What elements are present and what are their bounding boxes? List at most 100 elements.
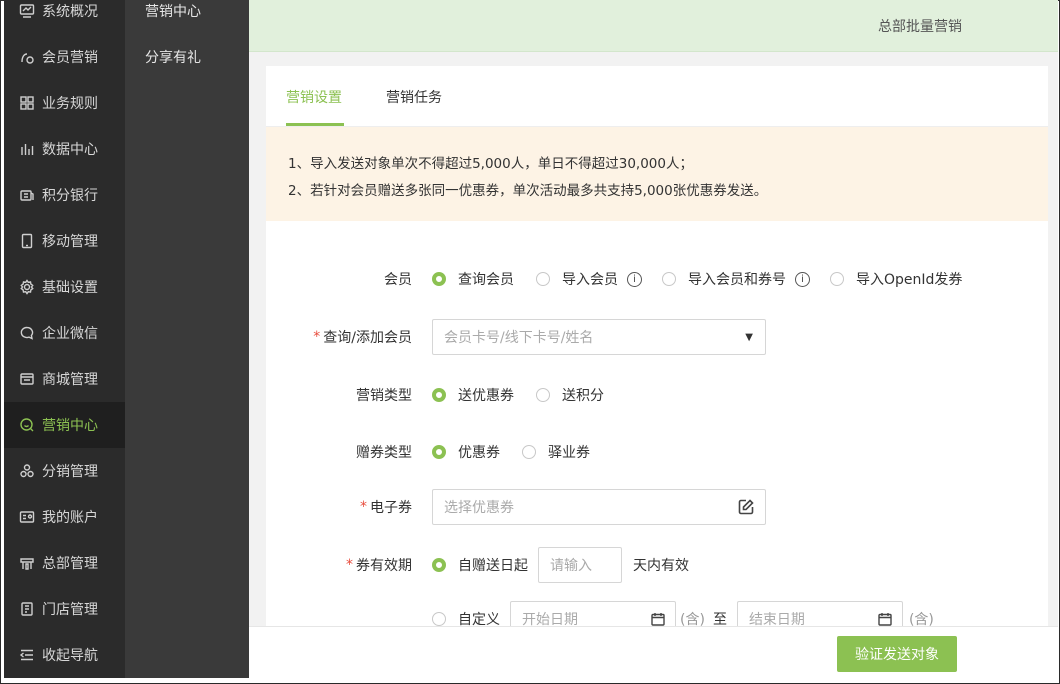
sidebar-item-my-account[interactable]: 我的账户	[4, 494, 125, 540]
shop-icon	[18, 600, 36, 618]
marketing-type-row: 营销类型 送优惠券 送积分	[266, 377, 626, 413]
sidebar-item-label: 业务规则	[42, 96, 98, 112]
footer-bar: 验证发送对象	[249, 626, 1058, 678]
sidebar-item-store-management[interactable]: 门店管理	[4, 586, 125, 632]
sidebar-item-label: 企业微信	[42, 326, 98, 342]
radio-label: 自赠送日起	[458, 558, 528, 574]
notice-line: 1、导入发送对象单次不得超过5,000人，单日不得超过30,000人；	[288, 156, 693, 172]
to-separator: 至	[712, 612, 727, 626]
sidebar-item-mobile-management[interactable]: 移动管理	[4, 218, 125, 264]
tab-bar: 营销设置 营销任务	[266, 66, 1048, 127]
sidebar-item-label: 移动管理	[42, 234, 98, 250]
sidebar-item-marketing-center[interactable]: 营销中心	[4, 402, 125, 448]
coupon-select-input[interactable]: 选择优惠券	[432, 489, 766, 525]
radio-yiye-coupon[interactable]: 驿业券	[522, 442, 590, 462]
sidebar-item-label: 收起导航	[42, 648, 98, 664]
end-date-placeholder: 结束日期	[748, 612, 805, 626]
radio-dot	[536, 272, 550, 286]
start-date-input[interactable]: 开始日期	[510, 601, 676, 626]
validity-label: 券有效期	[356, 558, 412, 574]
radio-label: 查询会员	[458, 272, 514, 288]
sidebar-item-points-bank[interactable]: 积分银行	[4, 172, 125, 218]
subnav-item-share-gift[interactable]: 分享有礼	[125, 34, 249, 80]
sidebar-item-label: 系统概况	[42, 4, 98, 20]
sidebar-item-headquarters[interactable]: 总部管理	[4, 540, 125, 586]
sidebar-item-member-marketing[interactable]: 会员营销	[4, 34, 125, 80]
radio-label: 送积分	[562, 388, 604, 404]
radio-query-member[interactable]: 查询会员	[432, 269, 514, 289]
member-icon	[18, 48, 36, 66]
active-tab-indicator	[286, 123, 344, 126]
required-asterisk: *	[313, 329, 321, 345]
page-title: 总部批量营销	[878, 19, 962, 35]
sidebar-item-wecom[interactable]: 企业微信	[4, 310, 125, 356]
member-search-select[interactable]: 会员卡号/线下卡号/姓名 ▼	[432, 319, 766, 355]
radio-dot	[432, 558, 446, 572]
calendar-icon	[651, 612, 665, 626]
monitor-icon	[18, 2, 36, 20]
grid-icon	[18, 94, 36, 112]
coupon-type-row: 赠券类型 优惠券 驿业券	[266, 434, 612, 470]
member-search-placeholder: 会员卡号/线下卡号/姓名	[444, 330, 594, 346]
sidebar-item-label: 会员营销	[42, 50, 98, 66]
sidebar-item-business-rules[interactable]: 业务规则	[4, 80, 125, 126]
marketing-icon	[18, 416, 36, 434]
chevron-down-icon: ▼	[745, 331, 753, 343]
sidebar-item-data-center[interactable]: 数据中心	[4, 126, 125, 172]
sidebar-item-distribution[interactable]: 分销管理	[4, 448, 125, 494]
edit-icon[interactable]	[737, 498, 755, 516]
subnav-item-marketing-center[interactable]: 营销中心	[125, 0, 249, 34]
sidebar-item-label: 基础设置	[42, 280, 98, 296]
e-coupon-label: 电子券	[370, 500, 412, 516]
sidebar-item-label: 营销中心	[42, 418, 98, 434]
query-member-row: * 查询/添加会员 会员卡号/线下卡号/姓名 ▼	[266, 319, 766, 355]
radio-dot	[522, 445, 536, 459]
radio-import-openid[interactable]: 导入OpenId发券	[830, 269, 962, 289]
info-icon[interactable]: i	[627, 271, 642, 287]
member-label: 会员	[384, 272, 412, 288]
mobile-icon	[18, 232, 36, 250]
headquarters-icon	[18, 554, 36, 572]
query-member-label: 查询/添加会员	[323, 330, 412, 346]
sidebar: 系统概况 会员营销 业务规则 数据中心 积分银行 移动管理 基础设置 企业微信 …	[4, 0, 125, 678]
info-icon[interactable]: i	[795, 271, 810, 287]
tab-marketing-settings[interactable]: 营销设置	[286, 87, 342, 107]
sidebar-item-system-overview[interactable]: 系统概况	[4, 0, 125, 34]
sidebar-item-label: 商城管理	[42, 372, 98, 388]
radio-import-member[interactable]: 导入会员 i	[536, 269, 642, 289]
sidebar-item-label: 积分银行	[42, 188, 98, 204]
store-icon	[18, 370, 36, 388]
end-date-input[interactable]: 结束日期	[736, 601, 903, 626]
account-icon	[18, 508, 36, 526]
required-asterisk: *	[346, 557, 353, 573]
sidebar-item-mall-management[interactable]: 商城管理	[4, 356, 125, 402]
member-row: 会员 查询会员 导入会员 i 导入会员和券号 i 导入OpenId发券	[266, 261, 984, 297]
radio-send-points[interactable]: 送积分	[536, 385, 604, 405]
sidebar-item-label: 总部管理	[42, 556, 98, 572]
radio-dot	[432, 445, 446, 459]
bank-icon	[18, 186, 36, 204]
coupon-type-label: 赠券类型	[356, 445, 412, 461]
form-panel: 营销设置 营销任务 1、导入发送对象单次不得超过5,000人，单日不得超过30,…	[266, 66, 1048, 626]
sidebar-item-basic-settings[interactable]: 基础设置	[4, 264, 125, 310]
valid-days-input[interactable]: 请输入	[538, 547, 622, 583]
inclusive-note: (含)	[680, 612, 705, 626]
radio-coupon[interactable]: 优惠券	[432, 442, 500, 462]
calendar-icon	[878, 612, 892, 626]
secondary-nav: 营销中心 分享有礼	[125, 0, 249, 678]
notice-box: 1、导入发送对象单次不得超过5,000人，单日不得超过30,000人； 2、若针…	[266, 127, 1048, 221]
verify-recipients-button[interactable]: 验证发送对象	[837, 636, 957, 672]
main-content: 总部批量营销 营销设置 营销任务 1、导入发送对象单次不得超过5,000人，单日…	[249, 0, 1058, 678]
tab-marketing-tasks[interactable]: 营销任务	[386, 87, 442, 107]
radio-send-coupon[interactable]: 送优惠券	[432, 385, 514, 405]
radio-label: 导入OpenId发券	[856, 272, 963, 288]
radio-custom[interactable]: 自定义	[432, 609, 500, 626]
distribution-icon	[18, 462, 36, 480]
sidebar-item-label: 分销管理	[42, 464, 98, 480]
radio-import-member-and-coupon[interactable]: 导入会员和券号 i	[662, 269, 810, 289]
notice-line: 2、若针对会员赠送多张同一优惠券，单次活动最多共支持5,000张优惠券发送。	[288, 183, 768, 199]
radio-from-send-date[interactable]: 自赠送日起	[432, 555, 528, 575]
sidebar-item-collapse-nav[interactable]: 收起导航	[4, 632, 125, 678]
radio-label: 导入会员	[562, 272, 618, 288]
radio-dot	[432, 272, 446, 286]
